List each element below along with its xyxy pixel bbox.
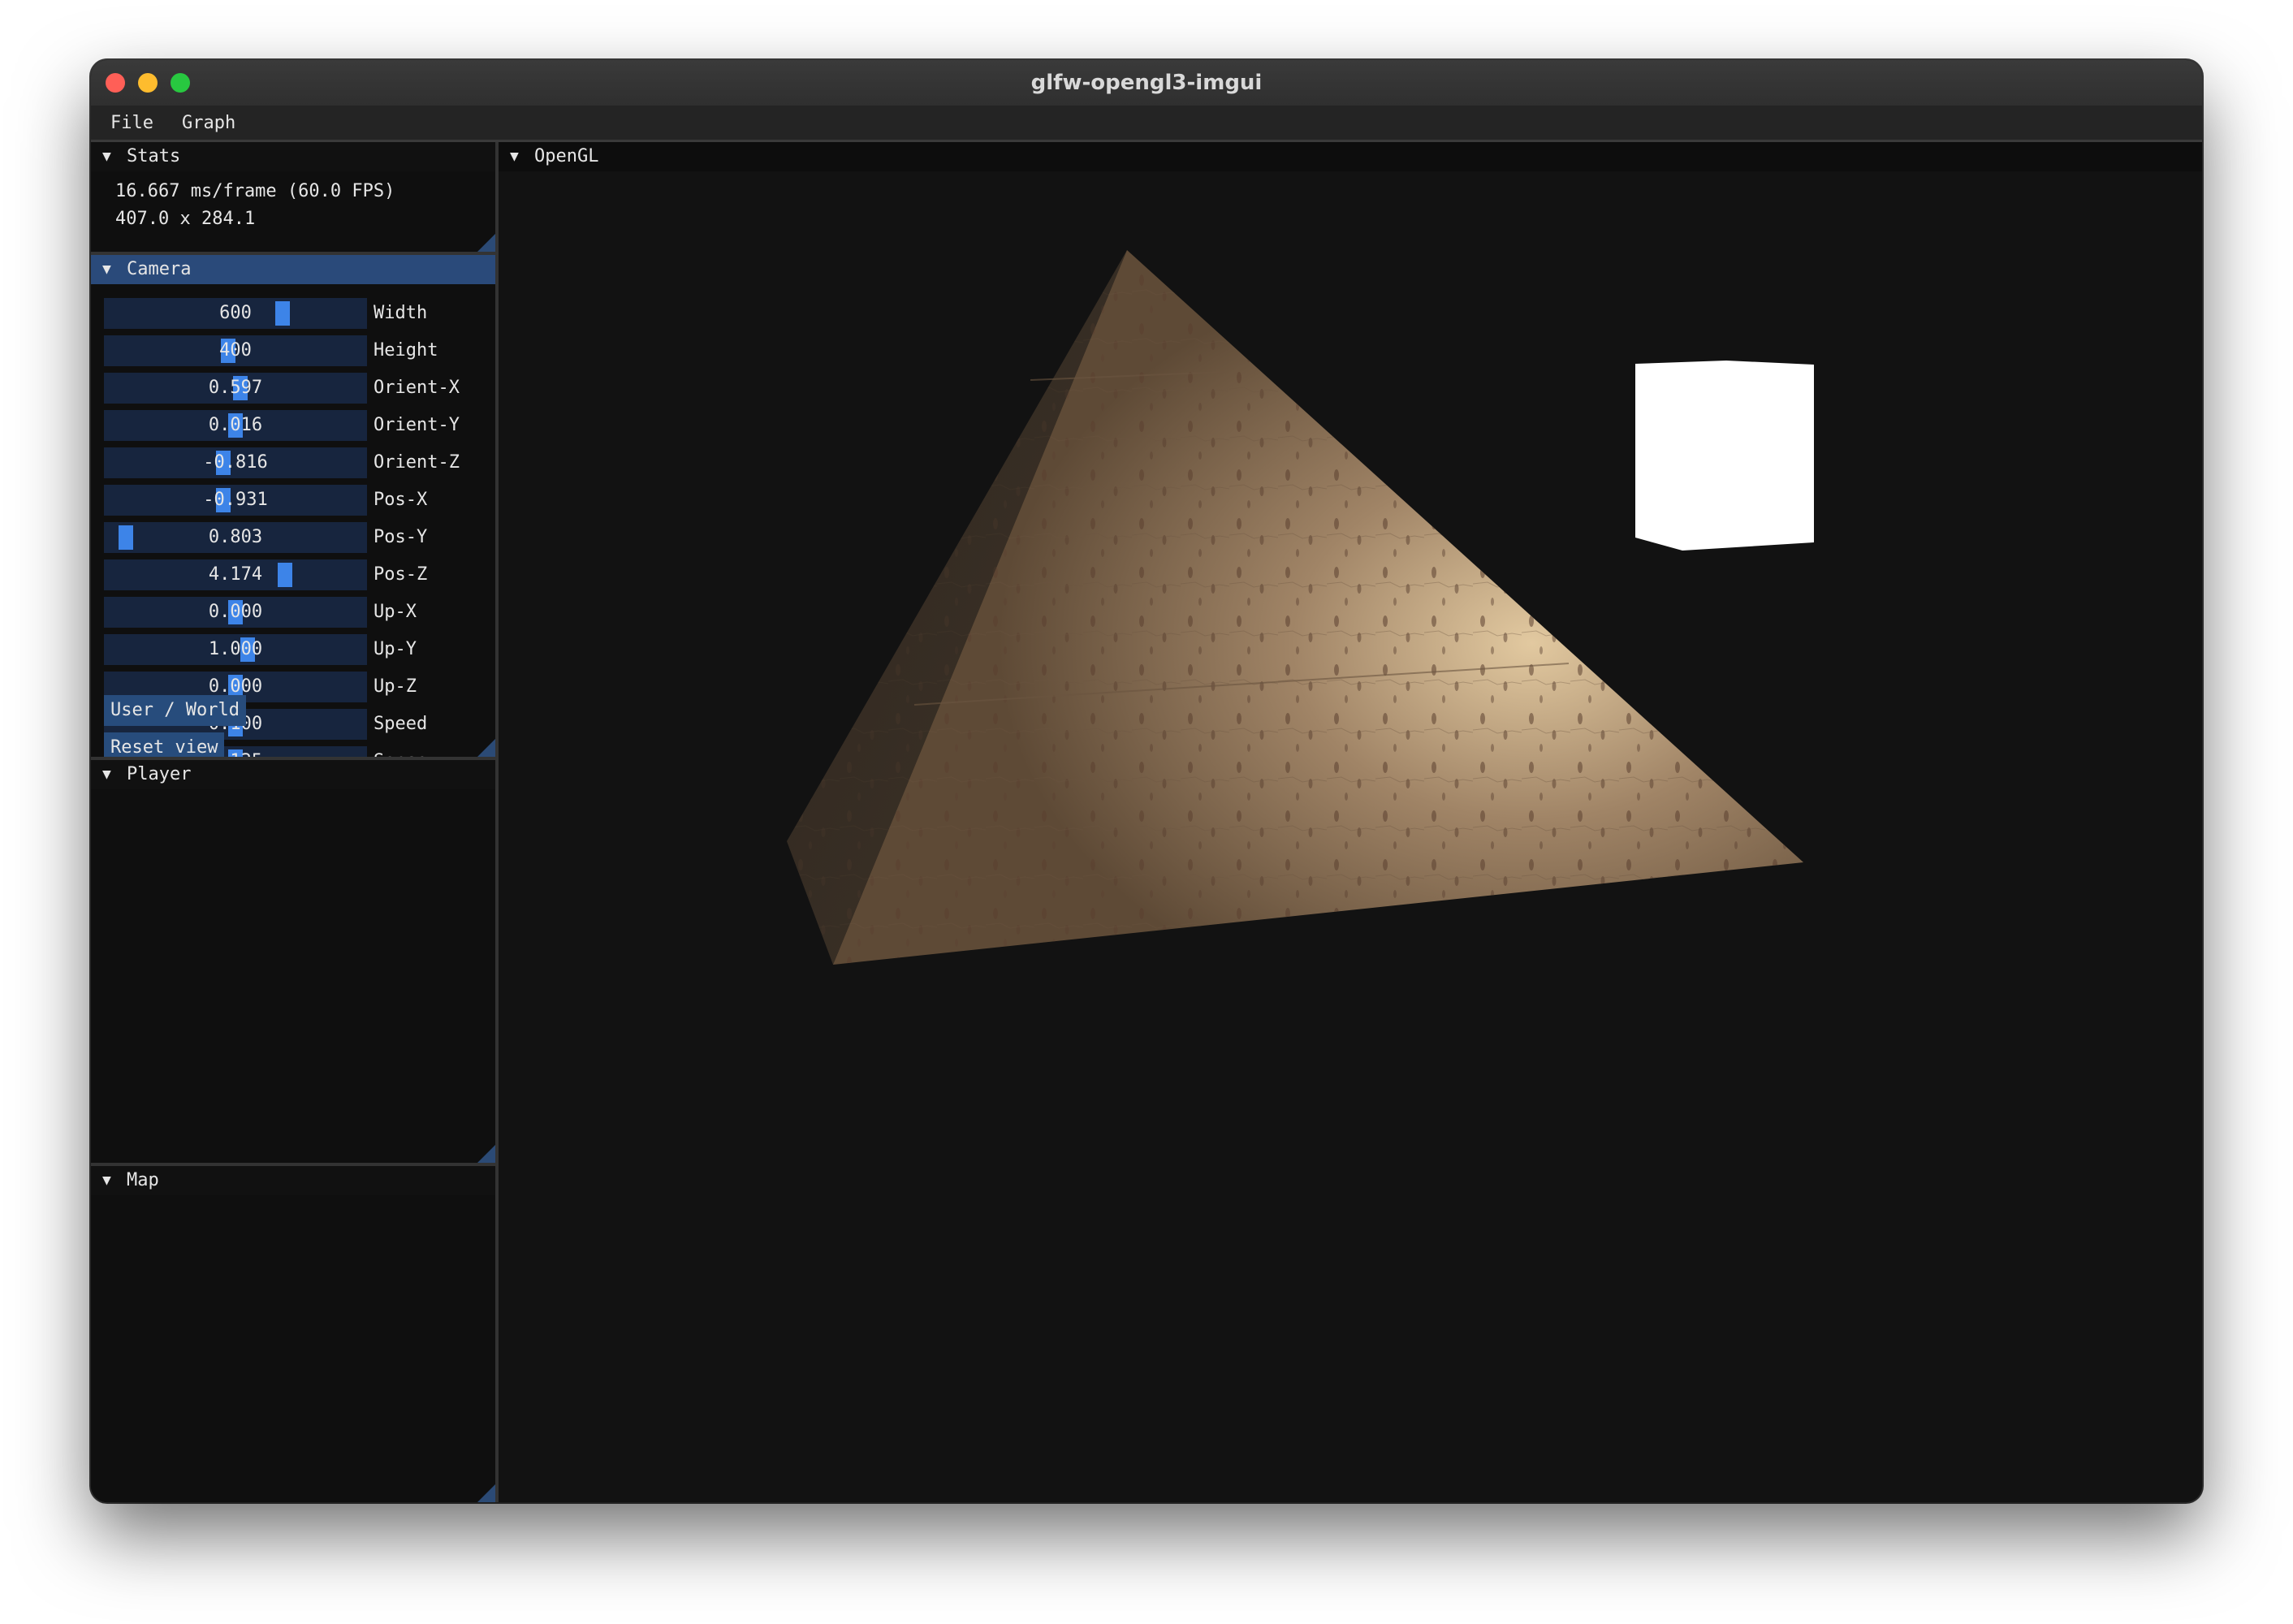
- slider-label: Pos-Y: [374, 527, 428, 547]
- slider-label: Width: [374, 303, 428, 323]
- sidebar: ▼ Stats 16.667 ms/frame (60.0 FPS) 407.0…: [91, 142, 499, 1502]
- slider-value: 0.016: [208, 415, 263, 435]
- slider-value: 4.174: [208, 564, 263, 585]
- slider-orient-y[interactable]: 0.016: [104, 410, 367, 441]
- resize-grip-icon[interactable]: [477, 1145, 495, 1163]
- slider-pos-x[interactable]: -0.931: [104, 485, 367, 516]
- slider-label: Orient-X: [374, 378, 460, 398]
- cube: [1635, 361, 1814, 551]
- slider-value: 600: [219, 303, 252, 323]
- slider-width[interactable]: 600: [104, 298, 367, 329]
- slider-value: -0.931: [203, 490, 268, 510]
- frame-time-text: 16.667 ms/frame (60.0 FPS): [115, 181, 395, 201]
- slider-up-y[interactable]: 1.000: [104, 634, 367, 665]
- slider-label: Sense: [374, 746, 427, 757]
- user-world-button[interactable]: User / World: [104, 695, 246, 726]
- collapse-arrow-icon[interactable]: ▼: [102, 261, 111, 278]
- opengl-viewport[interactable]: [499, 171, 2202, 1502]
- slider-pos-y[interactable]: 0.803: [104, 522, 367, 553]
- player-title: Player: [127, 764, 192, 784]
- window-title: glfw-opengl3-imgui: [1030, 71, 1263, 95]
- map-panel: ▼ Map: [91, 1166, 495, 1502]
- slider-label: Up-Y: [374, 639, 417, 659]
- collapse-arrow-icon[interactable]: ▼: [102, 766, 111, 783]
- resize-grip-icon[interactable]: [477, 739, 495, 757]
- slider-orient-z[interactable]: -0.816: [104, 447, 367, 478]
- slider-orient-x[interactable]: 0.597: [104, 373, 367, 404]
- camera-header[interactable]: ▼ Camera: [91, 255, 495, 284]
- resize-grip-icon[interactable]: [477, 234, 495, 252]
- slider-value: 1.000: [208, 639, 263, 659]
- opengl-title: OpenGL: [534, 146, 599, 166]
- slider-up-x[interactable]: 0.000: [104, 597, 367, 628]
- app-window: glfw-opengl3-imgui File Graph ▼ Stats 16…: [91, 60, 2202, 1502]
- collapse-arrow-icon[interactable]: ▼: [510, 148, 519, 165]
- map-header[interactable]: ▼ Map: [91, 1166, 495, 1195]
- collapse-arrow-icon[interactable]: ▼: [102, 1172, 111, 1189]
- opengl-header[interactable]: ▼ OpenGL: [499, 142, 2202, 171]
- camera-title: Camera: [127, 259, 192, 279]
- camera-panel: ▼ Camera 600 Width 400 Height 0.597 Orient-X 0…: [91, 255, 495, 760]
- slider-label: Up-Z: [374, 676, 417, 697]
- reset-view-button[interactable]: Reset view: [104, 732, 225, 757]
- slider-label: Height: [374, 340, 438, 361]
- menu-file[interactable]: File: [110, 106, 153, 140]
- slider-value: 0.597: [208, 378, 263, 398]
- stats-panel: ▼ Stats 16.667 ms/frame (60.0 FPS) 407.0…: [91, 142, 495, 255]
- slider-value: 0.000: [208, 602, 263, 622]
- slider-pos-z[interactable]: 4.174: [104, 559, 367, 590]
- slider-height[interactable]: 400: [104, 335, 367, 366]
- menu-bar: File Graph: [91, 106, 2202, 142]
- slider-label: Pos-X: [374, 490, 428, 510]
- slider-label: Speed: [374, 714, 428, 734]
- map-title: Map: [127, 1170, 159, 1190]
- slider-value: -0.816: [203, 452, 268, 473]
- resize-grip-icon[interactable]: [477, 1484, 495, 1502]
- stats-header[interactable]: ▼ Stats: [91, 142, 495, 171]
- slider-label: Up-X: [374, 602, 417, 622]
- collapse-arrow-icon[interactable]: ▼: [102, 148, 111, 165]
- title-bar[interactable]: glfw-opengl3-imgui: [91, 60, 2202, 107]
- player-panel: ▼ Player: [91, 760, 495, 1166]
- resolution-text: 407.0 x 284.1: [115, 209, 256, 229]
- player-header[interactable]: ▼ Player: [91, 760, 495, 789]
- slider-label: Orient-Z: [374, 452, 460, 473]
- slider-label: Pos-Z: [374, 564, 428, 585]
- slider-label: Orient-Y: [374, 415, 460, 435]
- slider-value: 0.803: [208, 527, 263, 547]
- opengl-panel: ▼ OpenGL: [499, 142, 2202, 1502]
- stats-title: Stats: [127, 146, 181, 166]
- slider-value: 400: [219, 340, 252, 361]
- menu-graph[interactable]: Graph: [182, 106, 235, 140]
